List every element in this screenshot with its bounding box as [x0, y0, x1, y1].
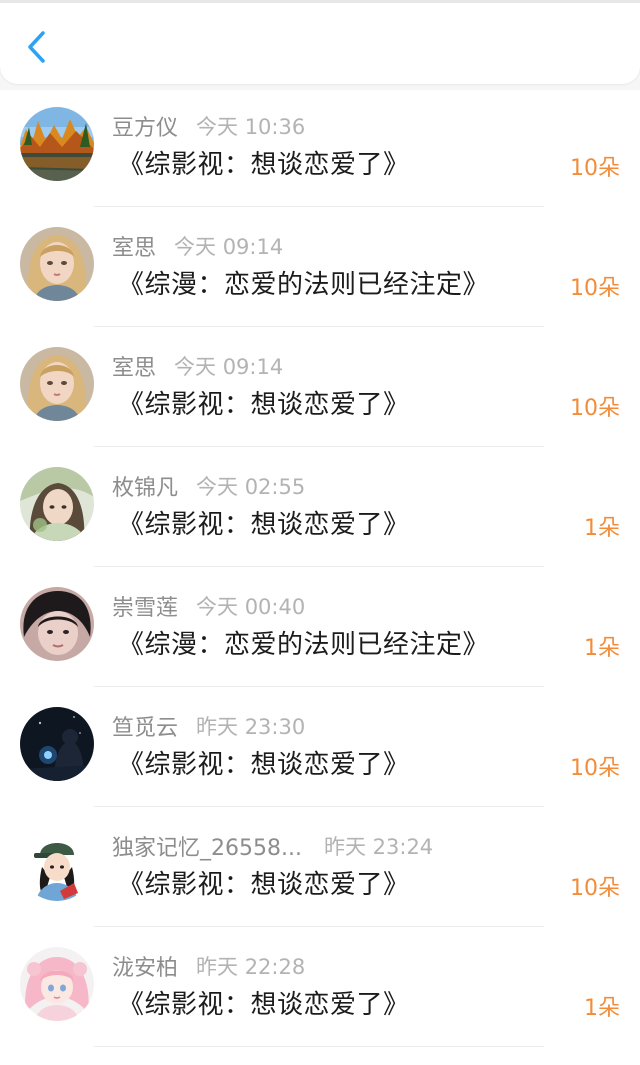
row-divider	[94, 806, 544, 807]
row-divider	[94, 446, 544, 447]
flower-count: 1朵	[584, 516, 620, 541]
record-meta: 笪觅云 昨天 23:30	[112, 711, 305, 741]
illustrated-girl-avatar[interactable]	[20, 227, 94, 301]
record-time: 今天 09:14	[174, 355, 284, 379]
illustrated-girl-avatar[interactable]	[20, 347, 94, 421]
cartoon-girl-cap-avatar[interactable]	[20, 827, 94, 901]
row-divider	[94, 686, 544, 687]
record-meta: 室思 今天 09:14	[112, 231, 283, 261]
row-divider	[94, 1046, 544, 1047]
autumn-lake-avatar[interactable]	[20, 107, 94, 181]
list-item[interactable]: 泷安柏 昨天 22:28 《综影视：想谈恋爱了》 1朵	[0, 930, 640, 1050]
flower-record-list: 豆方仪 今天 10:36 《综影视：想谈恋爱了》 10朵 室思 今天 09:14…	[0, 90, 640, 1065]
record-time: 今天 09:14	[174, 235, 284, 259]
flower-count: 1朵	[584, 636, 620, 661]
list-item[interactable]: 崇雪莲 今天 00:40 《综漫：恋爱的法则已经注定》 1朵	[0, 570, 640, 690]
dark-hair-portrait-avatar[interactable]	[20, 587, 94, 661]
list-item[interactable]: 室思 今天 09:14 《综影视：想谈恋爱了》 10朵	[0, 330, 640, 450]
app-screen: 豆方仪 今天 10:36 《综影视：想谈恋爱了》 10朵 室思 今天 09:14…	[0, 0, 640, 1065]
flower-count: 10朵	[570, 756, 620, 781]
book-title[interactable]: 《综影视：想谈恋爱了》	[118, 984, 410, 1021]
user-name[interactable]: 独家记忆_26558...	[112, 830, 302, 862]
user-name[interactable]: 室思	[112, 350, 156, 382]
row-divider	[94, 206, 544, 207]
user-name[interactable]: 笪觅云	[112, 710, 178, 742]
record-meta: 豆方仪 今天 10:36	[112, 111, 305, 141]
user-name[interactable]: 崇雪莲	[112, 590, 178, 622]
book-title[interactable]: 《综影视：想谈恋爱了》	[118, 504, 410, 541]
record-time: 昨天 23:24	[323, 835, 434, 859]
record-time: 昨天 22:28	[196, 955, 306, 979]
record-meta: 室思 今天 09:14	[112, 351, 283, 381]
status-divider	[0, 0, 640, 3]
row-divider	[94, 926, 544, 927]
pink-anime-girl-avatar[interactable]	[20, 947, 94, 1021]
user-name[interactable]: 泷安柏	[112, 950, 178, 982]
list-item[interactable]: 豆方仪 今天 10:36 《综影视：想谈恋爱了》 10朵	[0, 90, 640, 210]
book-title[interactable]: 《综漫：恋爱的法则已经注定》	[118, 264, 489, 301]
record-meta: 独家记忆_26558... 昨天 23:24	[112, 831, 433, 861]
flower-count: 1朵	[584, 996, 620, 1021]
record-meta: 崇雪莲 今天 00:40	[112, 591, 305, 621]
record-time: 今天 02:55	[196, 475, 306, 499]
list-item[interactable]: 室思 今天 09:14 《综漫：恋爱的法则已经注定》 10朵	[0, 210, 640, 330]
record-time: 今天 00:40	[196, 595, 306, 619]
record-time: 昨天 23:30	[196, 715, 306, 739]
book-title[interactable]: 《综影视：想谈恋爱了》	[118, 144, 410, 181]
user-name[interactable]: 豆方仪	[112, 110, 178, 142]
row-divider	[94, 326, 544, 327]
photo-girl-avatar[interactable]	[20, 467, 94, 541]
night-scene-avatar[interactable]	[20, 707, 94, 781]
flower-count: 10朵	[570, 876, 620, 901]
record-meta: 泷安柏 昨天 22:28	[112, 951, 305, 981]
record-time: 今天 10:36	[196, 115, 306, 139]
flower-count: 10朵	[570, 396, 620, 421]
book-title[interactable]: 《综影视：想谈恋爱了》	[118, 384, 410, 421]
row-divider	[94, 566, 544, 567]
flower-count: 10朵	[570, 156, 620, 181]
flower-count: 10朵	[570, 276, 620, 301]
back-button[interactable]	[16, 26, 56, 72]
top-nav-bar	[0, 0, 640, 84]
list-item[interactable]: 枚锦凡 今天 02:55 《综影视：想谈恋爱了》 1朵	[0, 450, 640, 570]
book-title[interactable]: 《综漫：恋爱的法则已经注定》	[118, 624, 489, 661]
book-title[interactable]: 《综影视：想谈恋爱了》	[118, 864, 410, 901]
user-name[interactable]: 室思	[112, 230, 156, 262]
book-title[interactable]: 《综影视：想谈恋爱了》	[118, 744, 410, 781]
list-item[interactable]: 独家记忆_26558... 昨天 23:24 《综影视：想谈恋爱了》 10朵	[0, 810, 640, 930]
chevron-left-icon	[25, 30, 47, 68]
user-name[interactable]: 枚锦凡	[112, 470, 178, 502]
record-meta: 枚锦凡 今天 02:55	[112, 471, 305, 501]
list-item[interactable]: 笪觅云 昨天 23:30 《综影视：想谈恋爱了》 10朵	[0, 690, 640, 810]
